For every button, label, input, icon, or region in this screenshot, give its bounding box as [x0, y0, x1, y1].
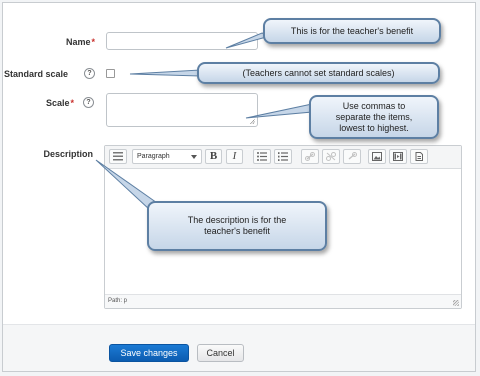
numbered-list-icon — [278, 152, 288, 161]
standard-scale-checkbox[interactable] — [106, 69, 115, 78]
name-help-callout: This is for the teacher's benefit — [263, 18, 441, 44]
insert-media-button[interactable] — [389, 149, 407, 164]
unlink-icon — [326, 152, 336, 161]
link-icon — [305, 152, 315, 161]
resize-handle[interactable] — [250, 119, 255, 124]
description-help-callout: The description is for the teacher's ben… — [147, 201, 327, 251]
help-icon[interactable]: ? — [84, 68, 95, 79]
unlink-button[interactable] — [322, 149, 340, 164]
save-changes-button[interactable]: Save changes — [109, 344, 189, 362]
anchor-button[interactable] — [343, 149, 361, 164]
scale-label: Scale* — [30, 98, 74, 108]
editor-resize-handle[interactable] — [453, 300, 459, 306]
media-icon — [393, 152, 403, 161]
description-label: Description — [43, 149, 93, 159]
italic-button[interactable]: I — [226, 149, 243, 164]
name-label-text: Name — [65, 37, 91, 47]
bullet-list-icon — [257, 152, 267, 161]
cancel-button[interactable]: Cancel — [197, 344, 244, 362]
insert-link-button[interactable] — [301, 149, 319, 164]
paragraph-format-select[interactable]: Paragraph — [132, 149, 202, 164]
editor-path: Path: p — [108, 298, 128, 304]
chevron-down-icon — [191, 155, 197, 159]
ordered-list-button[interactable] — [274, 149, 292, 164]
required-mark: * — [91, 37, 95, 47]
insert-image-button[interactable] — [368, 149, 386, 164]
unordered-list-button[interactable] — [253, 149, 271, 164]
scale-label-text: Scale — [45, 98, 70, 108]
toolbar-toggle-icon — [113, 152, 123, 161]
file-icon — [415, 152, 423, 161]
manage-files-button[interactable] — [410, 149, 428, 164]
anchor-icon — [348, 152, 357, 160]
required-mark: * — [70, 98, 74, 108]
paragraph-format-value: Paragraph — [137, 153, 170, 160]
scale-textarea[interactable] — [106, 93, 258, 127]
bold-button[interactable]: B — [205, 149, 222, 164]
image-icon — [372, 152, 382, 161]
standard-scale-label: Standard scale — [4, 69, 69, 79]
name-label: Name* — [40, 37, 95, 47]
help-icon[interactable]: ? — [83, 97, 94, 108]
standard-scale-help-callout: (Teachers cannot set standard scales) — [197, 62, 440, 84]
editor-toolbar: Paragraph B I — [105, 146, 461, 169]
toolbar-toggle-button[interactable] — [109, 149, 127, 164]
scale-help-callout: Use commas to separate the items, lowest… — [309, 95, 439, 139]
name-input[interactable] — [106, 32, 258, 50]
editor-statusbar: Path: p — [105, 294, 461, 308]
